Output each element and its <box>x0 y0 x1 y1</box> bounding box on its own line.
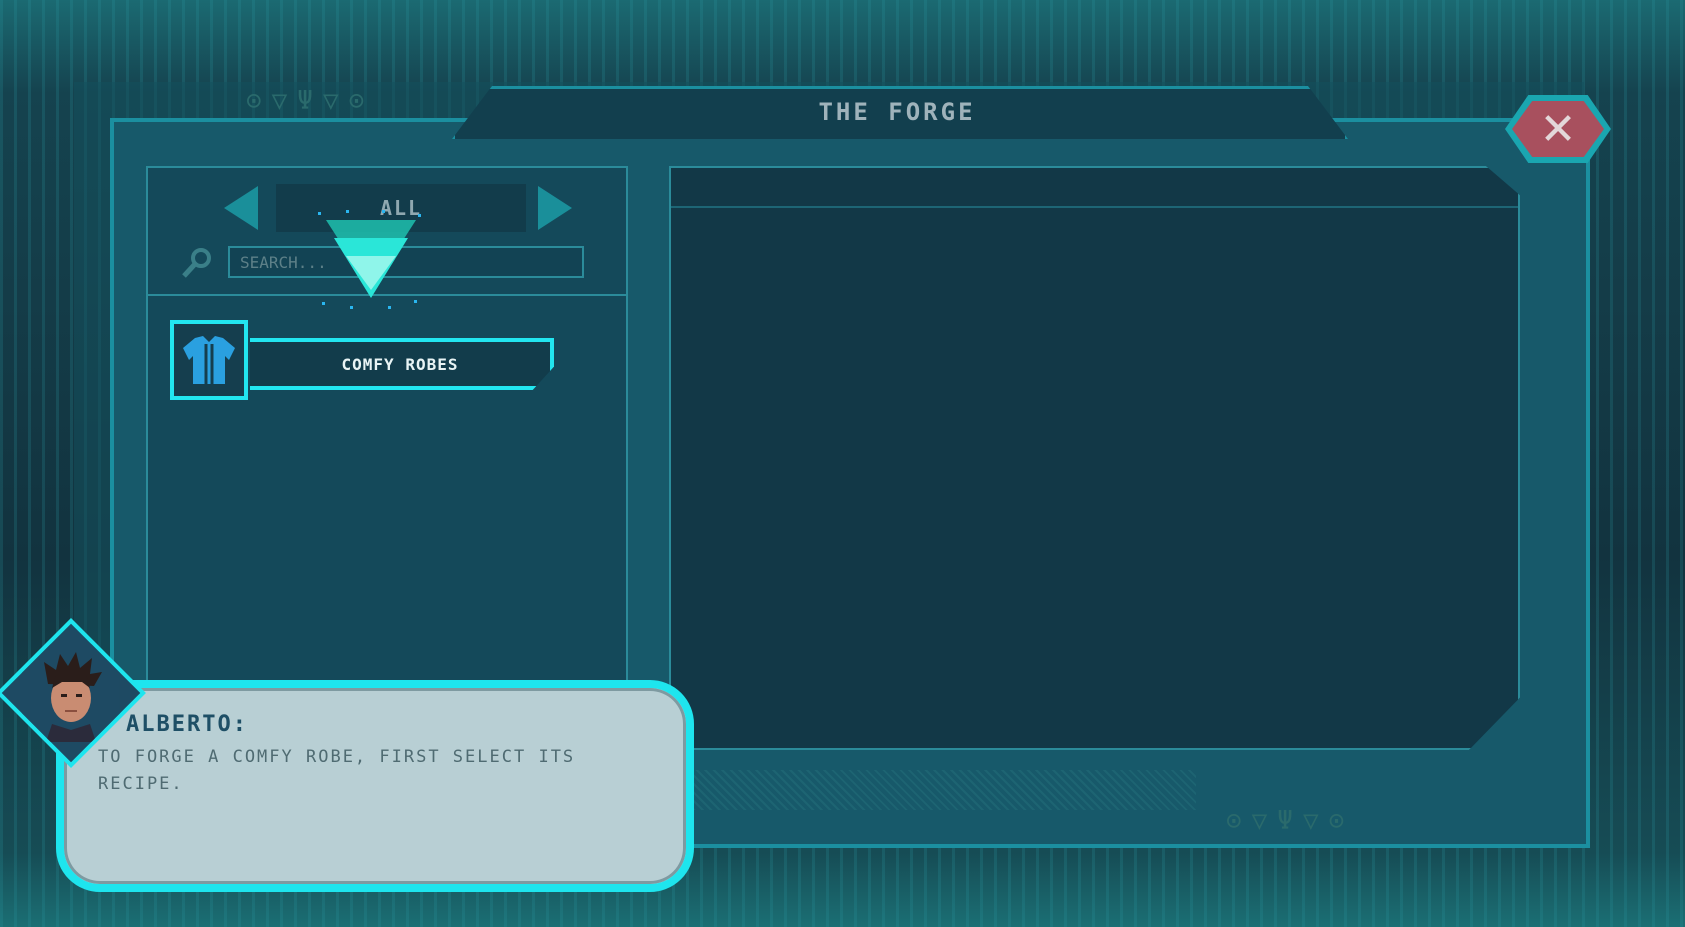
close-x-icon: ✕ <box>1512 101 1604 157</box>
recipe-detail-panel <box>669 166 1520 750</box>
decor-glyphs-top: ⊙▽Ψ▽⊙ <box>246 86 375 116</box>
decor-hatch-strip <box>676 770 1196 810</box>
dialog-text: TO FORGE A COMFY ROBE, FIRST SELECT ITS … <box>98 747 576 794</box>
triangle-left-icon[interactable] <box>224 186 258 230</box>
window-title: THE FORGE <box>818 98 976 126</box>
magnifier-icon <box>180 246 214 288</box>
recipe-detail-header <box>671 168 1518 208</box>
robe-icon <box>170 320 248 400</box>
decor-glyphs-bottom: ⊙▽Ψ▽⊙ <box>1226 806 1355 836</box>
alberto-portrait-icon <box>22 644 120 742</box>
triangle-right-icon[interactable] <box>538 186 572 230</box>
recipe-item-label: COMFY ROBES <box>250 338 554 390</box>
dialog-speaker-name: ALBERTO: <box>126 712 248 737</box>
chevron-down-pointer-icon <box>318 210 421 309</box>
recipe-item-comfy-robes[interactable]: COMFY ROBES <box>170 320 565 406</box>
